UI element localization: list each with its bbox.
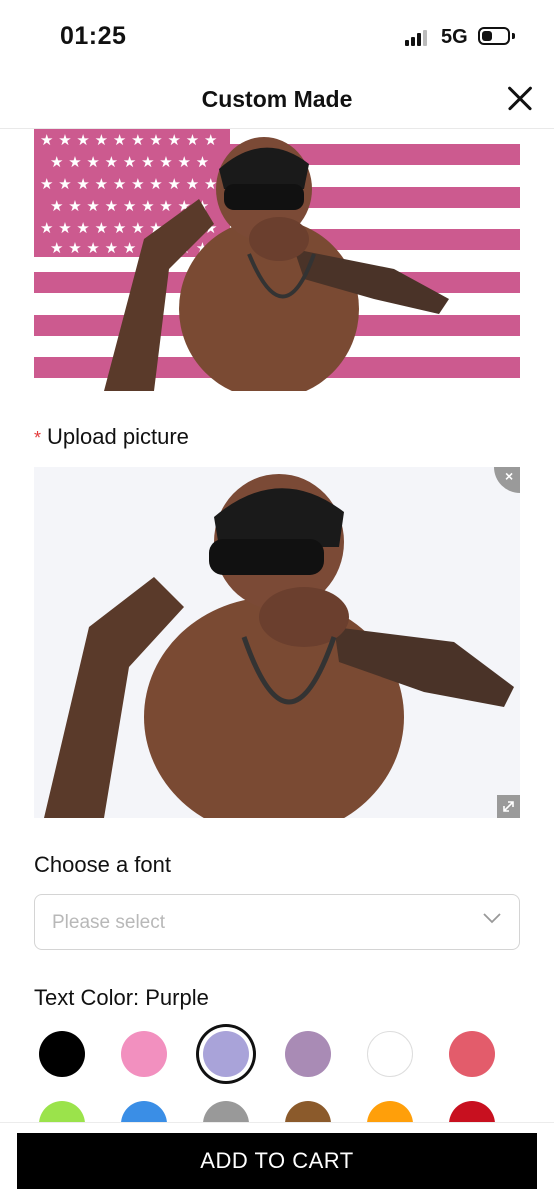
status-bar: 01:25 5G <box>0 0 554 72</box>
product-preview: ★ ★ ★ ★ ★ ★ ★ ★ ★ ★ ★ ★ ★ ★ ★ ★ ★ ★ ★ ★ … <box>34 129 520 391</box>
text-color-label: Text Color: Purple <box>34 985 209 1010</box>
color-swatch[interactable] <box>367 1031 413 1077</box>
page-header: Custom Made <box>0 72 554 129</box>
color-swatch[interactable] <box>203 1031 249 1077</box>
network-type: 5G <box>441 26 468 48</box>
close-icon[interactable] <box>506 84 534 112</box>
font-select-placeholder: Please select <box>52 912 166 933</box>
flag-preview-image: ★ ★ ★ ★ ★ ★ ★ ★ ★ ★ ★ ★ ★ ★ ★ ★ ★ ★ ★ ★ … <box>34 129 520 391</box>
svg-text:★ ★ ★ ★ ★ ★ ★ ★ ★: ★ ★ ★ ★ ★ ★ ★ ★ ★ <box>50 153 209 171</box>
upload-label: * Upload picture <box>34 424 189 450</box>
add-to-cart-button[interactable]: ADD TO CART <box>17 1133 537 1189</box>
font-label: Choose a font <box>34 852 171 877</box>
svg-text:★ ★ ★ ★ ★ ★ ★ ★ ★ ★: ★ ★ ★ ★ ★ ★ ★ ★ ★ ★ <box>40 131 217 149</box>
color-swatch[interactable] <box>449 1031 495 1077</box>
remove-image-icon[interactable]: × <box>494 467 520 493</box>
page-title: Custom Made <box>201 86 353 112</box>
color-swatch[interactable] <box>285 1031 331 1077</box>
chevron-down-icon <box>483 913 501 924</box>
required-mark: * <box>34 428 42 448</box>
status-time: 01:25 <box>60 22 127 50</box>
color-swatch[interactable] <box>121 1031 167 1077</box>
font-select[interactable]: Please select <box>34 894 520 950</box>
svg-text:★ ★ ★ ★ ★ ★ ★ ★ ★ ★: ★ ★ ★ ★ ★ ★ ★ ★ ★ ★ <box>40 175 217 193</box>
expand-icon[interactable] <box>497 795 520 818</box>
signal-icon <box>405 30 433 46</box>
upload-label-text: Upload picture <box>47 424 189 449</box>
battery-icon <box>478 27 510 45</box>
uploaded-photo <box>34 467 520 818</box>
battery-cap <box>512 33 515 39</box>
uploaded-image[interactable] <box>34 467 520 818</box>
color-swatch[interactable] <box>39 1031 85 1077</box>
